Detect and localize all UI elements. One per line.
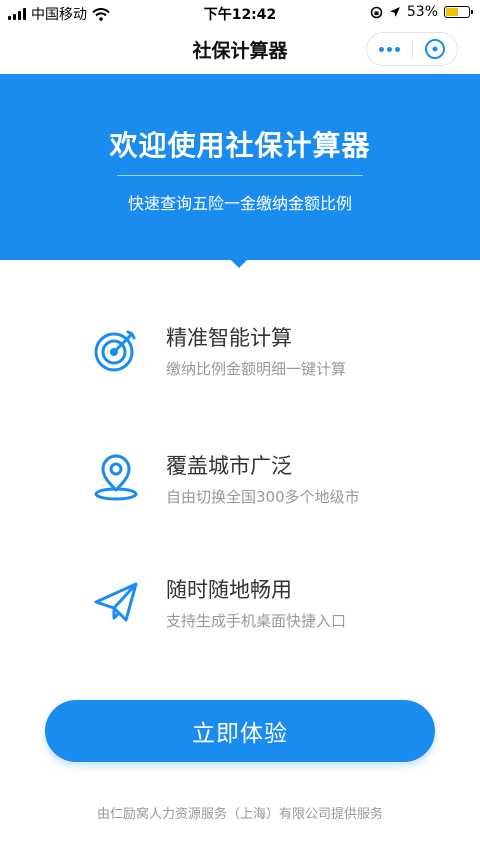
feature-item: 精准智能计算 缴纳比例金额明细一键计算 (92, 322, 422, 392)
feature-title: 随时随地畅用 (166, 578, 292, 602)
location-pin-icon (94, 454, 138, 501)
battery-percent: 53% (406, 4, 438, 20)
feature-item: 覆盖城市广泛 自由切换全国300多个地级市 (92, 450, 422, 520)
close-icon (424, 39, 445, 59)
orientation-lock-icon (370, 6, 383, 18)
more-button[interactable] (367, 46, 412, 52)
feature-desc: 缴纳比例金额明细一键计算 (166, 360, 347, 378)
hero-title: 欢迎使用社保计算器 (109, 129, 371, 162)
feature-title: 覆盖城市广泛 (166, 454, 292, 478)
hero-banner: 欢迎使用社保计算器 快速查询五险一金缴纳金额比例 (0, 74, 480, 260)
status-right: 53% (370, 4, 473, 20)
hero-divider (117, 175, 363, 176)
battery-icon (444, 6, 473, 18)
mini-program-capsule (366, 32, 458, 66)
feature-desc: 自由切换全国300多个地级市 (166, 488, 360, 506)
feature-title: 精准智能计算 (166, 326, 292, 350)
hero-pointer (229, 258, 249, 268)
target-icon (94, 330, 136, 372)
footer-text: 由仁励窝人力资源服务（上海）有限公司提供服务 (96, 807, 383, 822)
battery-fill (446, 8, 458, 16)
hero-subtitle: 快速查询五险一金缴纳金额比例 (127, 194, 352, 213)
close-button[interactable] (413, 38, 457, 60)
feature-item: 随时随地畅用 支持生成手机桌面快捷入口 (92, 574, 422, 644)
nav-bar: 社保计算器 (0, 26, 480, 74)
start-button[interactable]: 立即体验 (45, 700, 435, 762)
paper-plane-icon (94, 582, 138, 622)
location-arrow-icon (389, 7, 400, 17)
feature-desc: 支持生成手机桌面快捷入口 (166, 612, 347, 630)
status-bar: 中国移动 下午12:42 53% (0, 0, 480, 26)
